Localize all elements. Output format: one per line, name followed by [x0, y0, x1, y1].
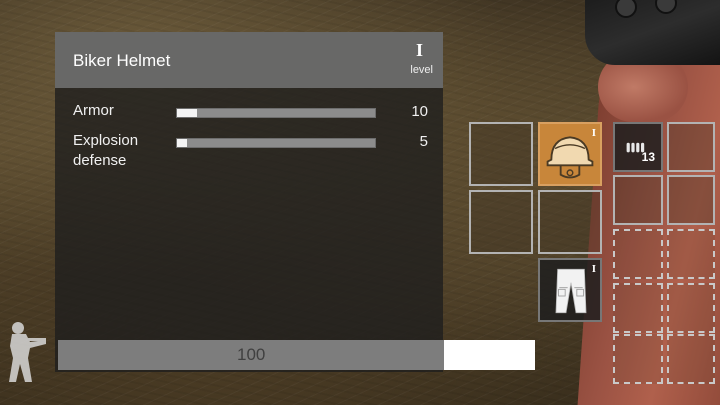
capacity-bar: 100	[58, 340, 535, 370]
slot-tier: I	[591, 127, 596, 139]
stat-value: 5	[419, 133, 428, 150]
stat-label: Explosion defense	[73, 131, 138, 171]
equipment-slot-helmet[interactable]: I	[538, 122, 602, 186]
pants-icon	[555, 268, 587, 314]
soldier-aiming-icon	[9, 322, 46, 382]
inventory-slot-locked[interactable]	[613, 283, 663, 333]
inventory-slot-empty[interactable]	[667, 175, 715, 225]
inventory-slot-locked[interactable]	[667, 334, 715, 384]
inventory-slot-empty[interactable]	[613, 175, 663, 225]
item-level-label: level	[410, 64, 433, 76]
equipment-slot-empty[interactable]	[469, 190, 533, 254]
inventory-slot-locked[interactable]	[667, 283, 715, 333]
inventory-slot-locked[interactable]	[613, 334, 663, 384]
helmet-icon	[546, 136, 594, 179]
capacity-free	[444, 340, 535, 370]
weapon-bolt	[655, 0, 677, 14]
stat-label-line: defense	[73, 152, 127, 169]
item-header: Biker Helmet I level	[55, 32, 443, 88]
weapon-model	[585, 0, 720, 65]
stat-bar	[176, 138, 376, 148]
slot-tier: I	[591, 263, 596, 275]
stat-row-armor: Armor 10	[73, 101, 433, 125]
inventory-slot-locked[interactable]	[667, 229, 715, 279]
item-info-panel: Biker Helmet I level Armor 10 Explosion …	[55, 32, 443, 372]
inventory-slot-locked[interactable]	[613, 229, 663, 279]
stat-bar-fill	[177, 109, 197, 117]
stat-bar-fill	[177, 139, 187, 147]
stat-row-explosion-defense: Explosion defense 5	[73, 131, 433, 175]
stat-label: Armor	[73, 101, 114, 121]
capacity-value: 100	[236, 345, 266, 364]
stat-label-line: Armor	[73, 102, 114, 119]
stat-bar	[176, 108, 376, 118]
ammo-count: 13	[641, 150, 655, 164]
equipment-slot-pants[interactable]: I	[538, 258, 602, 322]
item-name: Biker Helmet	[73, 51, 171, 70]
inventory-slot-empty[interactable]	[667, 122, 715, 172]
item-level-value: I	[415, 40, 423, 60]
stat-value: 10	[411, 103, 428, 120]
equipment-slot-empty[interactable]	[469, 122, 533, 186]
weapon-bolt	[615, 0, 637, 18]
inventory-slot-ammo[interactable]: 13	[613, 122, 663, 172]
stat-label-line: Explosion	[73, 132, 139, 149]
equipment-slot-empty[interactable]	[538, 190, 602, 254]
